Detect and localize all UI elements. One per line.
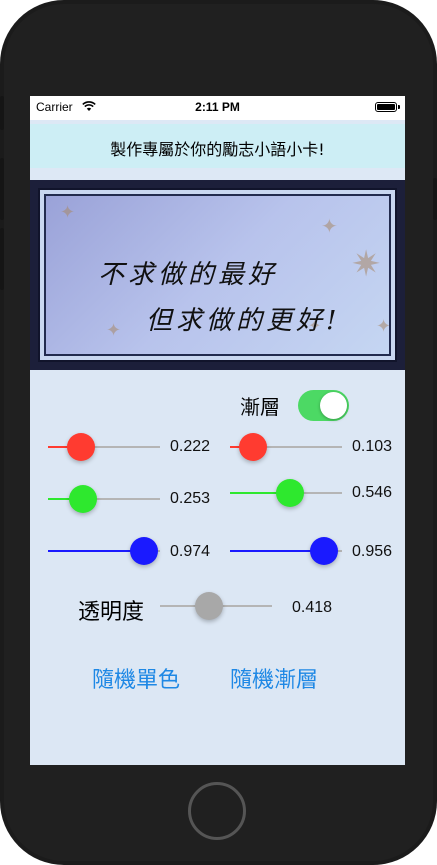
left-red-slider[interactable]	[48, 432, 160, 462]
slider-thumb[interactable]	[195, 592, 224, 620]
left-green-slider[interactable]	[48, 484, 160, 514]
slider-thumb[interactable]	[69, 485, 98, 513]
battery-icon	[375, 102, 400, 112]
opacity-label: 透明度	[78, 600, 145, 625]
left-blue-slider[interactable]	[48, 536, 160, 566]
title-bar: 製作專屬於你的勵志小語小卡!	[30, 124, 405, 168]
maple-leaf-icon: ✦	[376, 316, 391, 337]
power-button	[433, 178, 437, 220]
random-gradient-button[interactable]: 隨機漸層	[230, 662, 318, 694]
right-red-value: 0.103	[352, 438, 393, 455]
right-blue-slider[interactable]	[230, 536, 342, 566]
quote-line-1: 不求做的最好	[98, 260, 279, 290]
right-red-slider[interactable]	[230, 432, 342, 462]
slider-thumb[interactable]	[238, 433, 267, 461]
quote-line-2: 但求做的更好!	[146, 306, 341, 336]
opacity-value: 0.418	[292, 599, 333, 616]
right-blue-value: 0.956	[352, 543, 393, 560]
status-time: 2:11 PM	[195, 100, 240, 114]
page-title: 製作專屬於你的勵志小語小卡!	[110, 140, 325, 159]
right-green-value: 0.546	[352, 484, 393, 501]
slider-thumb[interactable]	[66, 433, 95, 461]
left-blue-value: 0.974	[170, 543, 211, 560]
maple-leaf-icon: ✦	[106, 320, 122, 341]
maple-leaf-icon: ✦	[60, 202, 76, 223]
home-button[interactable]	[188, 782, 246, 840]
gradient-label: 漸層	[240, 395, 280, 419]
right-green-slider[interactable]	[230, 478, 342, 508]
opacity-slider[interactable]	[160, 591, 272, 621]
volume-down-button	[0, 228, 4, 290]
controls-panel: 漸層 0.222 0.253 0.974 0.103 0.546 0.956 透…	[30, 370, 405, 765]
gradient-toggle[interactable]	[298, 390, 349, 421]
slider-thumb[interactable]	[310, 537, 339, 565]
card-background: ✦ ✷ ✦ ✦ ✦ ✦ 不求做的最好 但求做的更好!	[44, 194, 391, 356]
left-red-value: 0.222	[170, 438, 211, 455]
toggle-knob	[320, 392, 347, 419]
maple-leaf-icon: ✦	[321, 214, 338, 238]
mute-switch	[0, 96, 4, 130]
slider-thumb[interactable]	[129, 537, 158, 565]
card-frame: ✦ ✷ ✦ ✦ ✦ ✦ 不求做的最好 但求做的更好!	[38, 188, 397, 362]
volume-up-button	[0, 158, 4, 220]
slider-thumb[interactable]	[275, 479, 304, 507]
status-bar: Carrier 2:11 PM	[30, 96, 405, 120]
app-screen: Carrier 2:11 PM 製作專屬於你的勵志小語小卡! ✦ ✷ ✦ ✦ ✦…	[30, 96, 405, 765]
maple-leaf-icon: ✷	[351, 244, 382, 285]
left-green-value: 0.253	[170, 490, 211, 507]
random-single-color-button[interactable]: 隨機單色	[92, 662, 180, 694]
quote-card: ✦ ✷ ✦ ✦ ✦ ✦ 不求做的最好 但求做的更好!	[30, 180, 405, 370]
